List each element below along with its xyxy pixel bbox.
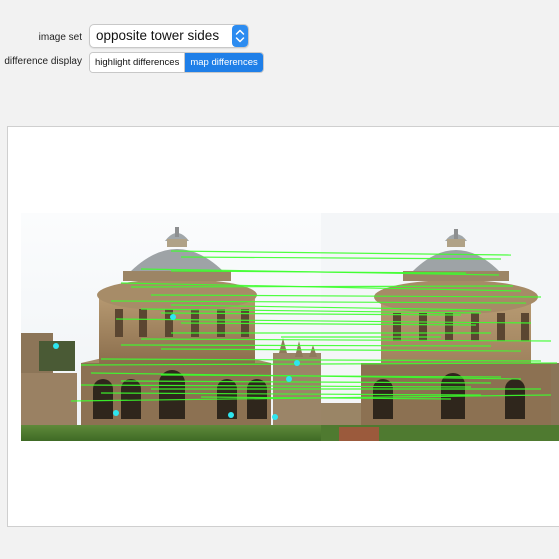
left-photo	[21, 213, 321, 441]
output-pane	[7, 126, 559, 527]
feature-match-visualization	[21, 213, 559, 441]
stepper-arrows-icon[interactable]	[232, 25, 248, 47]
keypoint-marker	[228, 412, 234, 418]
keypoint-marker	[170, 314, 176, 320]
image-set-selected-value: opposite tower sides	[96, 28, 220, 43]
right-photo	[321, 213, 559, 441]
highlight-differences-button[interactable]: highlight differences	[90, 53, 185, 72]
image-set-select[interactable]: opposite tower sides	[89, 24, 249, 48]
difference-display-label: difference display	[4, 56, 82, 67]
keypoint-marker	[294, 360, 300, 366]
map-differences-button[interactable]: map differences	[185, 53, 263, 72]
image-set-label: image set	[38, 32, 82, 43]
difference-display-toggle: highlight differences map differences	[89, 52, 264, 73]
keypoint-marker	[113, 410, 119, 416]
keypoint-marker	[286, 376, 292, 382]
keypoint-marker	[272, 414, 278, 420]
keypoint-marker	[53, 343, 59, 349]
controls-panel: image set opposite tower sides differenc…	[0, 0, 559, 120]
demo-panel: image set opposite tower sides differenc…	[0, 0, 559, 559]
